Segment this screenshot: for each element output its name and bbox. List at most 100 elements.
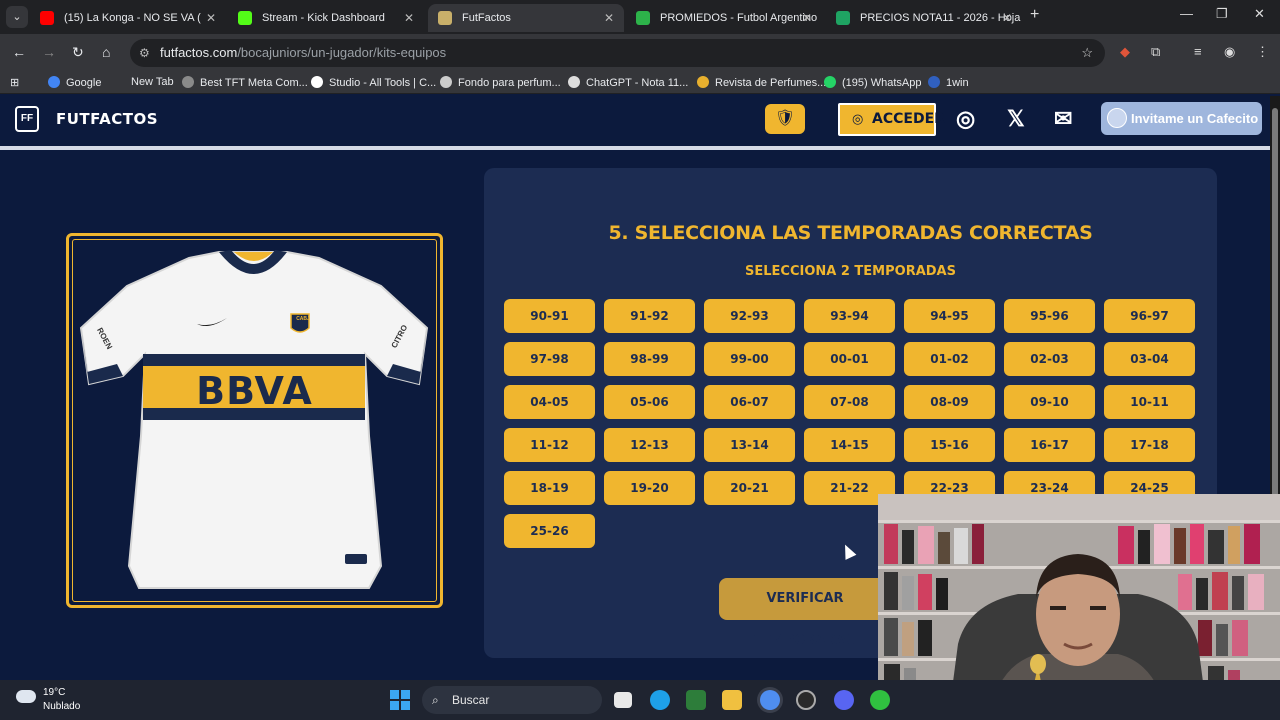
extension-fox-icon[interactable]: ◆	[1120, 44, 1130, 60]
season-button[interactable]: 13-14	[704, 428, 795, 462]
season-button[interactable]: 12-13	[604, 428, 695, 462]
home-icon[interactable]: ⌂	[102, 44, 110, 60]
task-view-icon[interactable]	[614, 692, 632, 708]
tab-close-icon[interactable]: ✕	[206, 4, 216, 32]
season-button[interactable]: 10-11	[1104, 385, 1195, 419]
restore-icon[interactable]: ❐	[1216, 6, 1228, 22]
obs-icon[interactable]	[796, 690, 816, 710]
season-button[interactable]: 08-09	[904, 385, 995, 419]
bookmark-star-icon[interactable]: ☆	[1081, 39, 1093, 67]
address-bar[interactable]: ⚙ futfactos.com/bocajuniors/un-jugador/k…	[130, 39, 1105, 67]
season-button[interactable]: 18-19	[504, 471, 595, 505]
bookmark-item[interactable]: (195) WhatsApp	[824, 76, 921, 89]
season-button[interactable]: 97-98	[504, 342, 595, 376]
season-button[interactable]: 99-00	[704, 342, 795, 376]
mail-icon[interactable]: ✉	[1054, 106, 1072, 132]
bookmark-item[interactable]: Revista de Perfumes...	[697, 76, 826, 89]
season-button[interactable]: 95-96	[1004, 299, 1095, 333]
bookmark-favicon-icon	[697, 76, 709, 88]
browser-tab[interactable]: Stream - Kick Dashboard ✕	[228, 4, 424, 32]
tab-close-icon[interactable]: ✕	[404, 4, 414, 32]
taskbar-search[interactable]: ⌕ Buscar	[422, 686, 602, 714]
season-button[interactable]: 15-16	[904, 428, 995, 462]
profile-avatar[interactable]: ◉	[1224, 44, 1235, 60]
season-button[interactable]: 00-01	[804, 342, 895, 376]
season-button[interactable]: 14-15	[804, 428, 895, 462]
bookmark-item[interactable]: Best TFT Meta Com...	[182, 76, 308, 89]
tab-close-icon[interactable]: ✕	[802, 4, 812, 32]
tab-title: Stream - Kick Dashboard	[262, 12, 385, 24]
season-button[interactable]: 02-03	[1004, 342, 1095, 376]
browser-menu-icon[interactable]: ⋮	[1256, 44, 1269, 60]
season-button[interactable]: 06-07	[704, 385, 795, 419]
windows-start-icon[interactable]	[390, 690, 410, 710]
bookmark-item[interactable]: Fondo para perfum...	[440, 76, 561, 89]
season-button[interactable]: 01-02	[904, 342, 995, 376]
instagram-icon[interactable]: ◎	[956, 106, 975, 132]
season-button[interactable]: 93-94	[804, 299, 895, 333]
browser-tab[interactable]: PRECIOS NOTA11 - 2026 - Hoja ✕	[826, 4, 1022, 32]
reload-icon[interactable]: ↻	[72, 44, 84, 61]
season-button[interactable]: 19-20	[604, 471, 695, 505]
apps-grid-icon[interactable]: ⊞	[10, 76, 19, 89]
season-button[interactable]: 04-05	[504, 385, 595, 419]
season-button[interactable]: 98-99	[604, 342, 695, 376]
tab-title: FutFactos	[462, 12, 511, 24]
season-button[interactable]: 20-21	[704, 471, 795, 505]
weather-description[interactable]: Nublado	[43, 701, 80, 712]
login-button[interactable]: ◎ ACCEDER	[838, 103, 945, 136]
tab-close-icon[interactable]: ✕	[1002, 4, 1012, 32]
tab-search-chevron-icon[interactable]: ⌄	[6, 6, 28, 28]
season-button[interactable]: 03-04	[1104, 342, 1195, 376]
bookmark-item[interactable]: Studio - All Tools | C...	[311, 76, 436, 89]
season-button[interactable]: 92-93	[704, 299, 795, 333]
minimize-icon[interactable]: —	[1180, 6, 1193, 21]
season-button[interactable]: 05-06	[604, 385, 695, 419]
app-chart-icon[interactable]	[686, 690, 706, 710]
bookmark-item[interactable]: Google	[48, 76, 101, 89]
futfactos-logo-icon[interactable]: FF	[15, 106, 39, 132]
browser-tab[interactable]: PROMIEDOS - Futbol Argentino ✕	[626, 4, 822, 32]
x-twitter-icon[interactable]: 𝕏	[1007, 106, 1025, 132]
back-arrow-icon[interactable]: ←	[12, 44, 26, 60]
club-shield-button[interactable]: 🛡	[765, 104, 805, 134]
bookmark-label: 1win	[946, 77, 969, 89]
cafecito-label: Invitame un Cafecito	[1131, 111, 1259, 126]
forward-arrow-icon[interactable]: →	[42, 44, 56, 60]
bookmark-item[interactable]: ChatGPT - Nota 11...	[568, 76, 688, 89]
season-button[interactable]: 91-92	[604, 299, 695, 333]
site-logo-text[interactable]: FUTFACTOS	[56, 110, 158, 128]
browser-tab[interactable]: (15) La Konga - NO SE VA (✕	[30, 4, 226, 32]
login-label: ACCEDER	[872, 111, 945, 127]
discord-icon[interactable]	[834, 690, 854, 710]
bookmark-label: ChatGPT - Nota 11...	[586, 77, 689, 89]
season-button[interactable]: 94-95	[904, 299, 995, 333]
season-button[interactable]: 25-26	[504, 514, 595, 548]
cloud-icon[interactable]	[16, 690, 36, 703]
extensions-puzzle-icon[interactable]: ⧉	[1151, 44, 1160, 60]
season-button[interactable]: 96-97	[1104, 299, 1195, 333]
site-info-icon[interactable]: ⚙	[139, 39, 150, 67]
verify-seasons-button[interactable]: VERIFICAR TEMPORADAS	[719, 578, 891, 648]
weather-temperature[interactable]: 19°C	[43, 687, 65, 698]
file-explorer-icon[interactable]	[722, 690, 742, 710]
bookmark-item[interactable]: New Tab	[131, 76, 174, 88]
chrome-icon[interactable]	[760, 690, 780, 710]
bookmark-favicon-icon	[311, 76, 323, 88]
edge-icon[interactable]	[650, 690, 670, 710]
season-button[interactable]: 17-18	[1104, 428, 1195, 462]
bookmark-favicon-icon	[928, 76, 940, 88]
season-button[interactable]: 16-17	[1004, 428, 1095, 462]
new-tab-plus-icon[interactable]: +	[1030, 6, 1039, 24]
browser-tab[interactable]: FutFactos ✕	[428, 4, 624, 32]
season-button[interactable]: 11-12	[504, 428, 595, 462]
tab-close-icon[interactable]: ✕	[604, 4, 614, 32]
cafecito-button[interactable]: Invitame un Cafecito	[1101, 102, 1262, 135]
whatsapp-icon[interactable]	[870, 690, 890, 710]
close-window-icon[interactable]: ✕	[1254, 6, 1265, 22]
season-button[interactable]: 90-91	[504, 299, 595, 333]
season-button[interactable]: 09-10	[1004, 385, 1095, 419]
bookmark-item[interactable]: 1win	[928, 76, 969, 89]
season-button[interactable]: 07-08	[804, 385, 895, 419]
media-control-icon[interactable]: ≡	[1194, 44, 1202, 59]
